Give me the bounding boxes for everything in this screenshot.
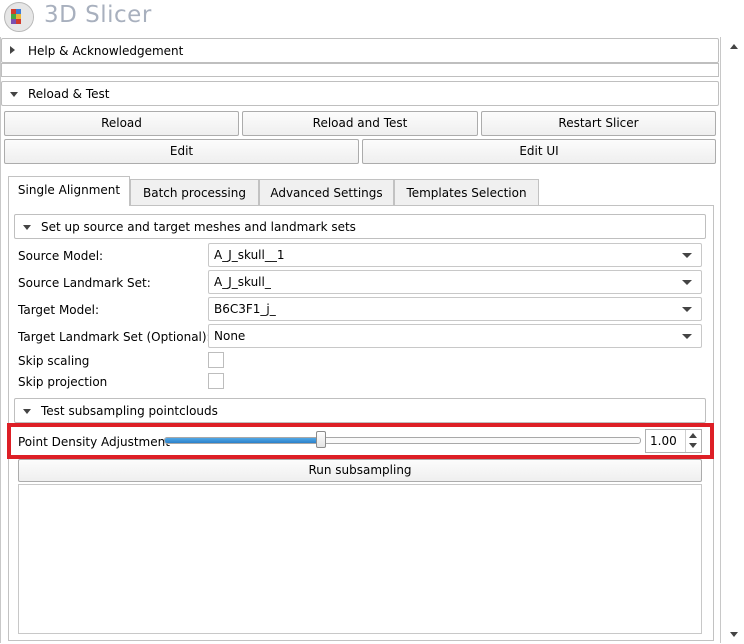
- collapse-arrow-icon: [10, 92, 18, 97]
- help-section-divider: [1, 63, 719, 77]
- edit-ui-button[interactable]: Edit UI: [362, 139, 716, 164]
- app-title: 3D Slicer: [44, 2, 152, 28]
- chevron-down-icon: [682, 307, 692, 312]
- source-landmark-select[interactable]: A_J_skull_: [208, 270, 702, 294]
- run-subsampling-button[interactable]: Run subsampling: [18, 459, 702, 482]
- source-model-label: Source Model:: [18, 249, 104, 263]
- target-model-value: B6C3F1_j_: [214, 302, 276, 316]
- setup-section-label: Set up source and target meshes and land…: [41, 220, 356, 234]
- source-model-select[interactable]: A_J_skull__1: [208, 243, 702, 267]
- help-section-label: Help & Acknowledgement: [28, 44, 184, 58]
- edit-button[interactable]: Edit: [4, 139, 359, 164]
- tab-single-alignment[interactable]: Single Alignment: [8, 176, 130, 206]
- setup-section-header[interactable]: Set up source and target meshes and land…: [14, 214, 706, 239]
- tab-templates-selection[interactable]: Templates Selection: [394, 179, 539, 207]
- tab-batch-processing[interactable]: Batch processing: [130, 179, 259, 207]
- target-landmark-label: Target Landmark Set (Optional):: [18, 330, 211, 344]
- panel-scrollbar[interactable]: [726, 37, 744, 644]
- highlight-box: [7, 423, 714, 459]
- skip-projection-label: Skip projection: [18, 375, 108, 389]
- scroll-down-icon[interactable]: [730, 632, 738, 637]
- reload-section-header[interactable]: Reload & Test: [1, 81, 719, 106]
- chevron-down-icon: [682, 334, 692, 339]
- chevron-down-icon: [682, 280, 692, 285]
- reload-button[interactable]: Reload: [4, 111, 239, 136]
- target-landmark-select[interactable]: None: [208, 324, 702, 348]
- source-model-value: A_J_skull__1: [214, 248, 285, 262]
- target-model-label: Target Model:: [18, 303, 100, 317]
- subsampling-section-header[interactable]: Test subsampling pointclouds: [14, 398, 706, 423]
- slicer-logo-icon: [4, 2, 34, 32]
- expand-arrow-icon: [10, 46, 15, 54]
- help-section-header[interactable]: Help & Acknowledgement: [1, 38, 719, 63]
- collapse-arrow-icon: [23, 225, 31, 230]
- chevron-down-icon: [682, 253, 692, 258]
- skip-projection-checkbox[interactable]: [208, 373, 224, 389]
- restart-slicer-button[interactable]: Restart Slicer: [481, 111, 716, 136]
- scroll-up-icon[interactable]: [730, 44, 738, 49]
- collapse-arrow-icon: [23, 409, 31, 414]
- subsampling-section-label: Test subsampling pointclouds: [41, 404, 218, 418]
- output-text-area[interactable]: [18, 484, 702, 634]
- target-landmark-value: None: [214, 329, 246, 343]
- skip-scaling-label: Skip scaling: [18, 354, 90, 368]
- target-model-select[interactable]: B6C3F1_j_: [208, 297, 702, 321]
- reload-and-test-button[interactable]: Reload and Test: [242, 111, 478, 136]
- reload-section-label: Reload & Test: [28, 87, 110, 101]
- skip-scaling-checkbox[interactable]: [208, 352, 224, 368]
- source-landmark-label: Source Landmark Set:: [18, 276, 151, 290]
- tab-advanced-settings[interactable]: Advanced Settings: [259, 179, 394, 207]
- source-landmark-value: A_J_skull_: [214, 275, 271, 289]
